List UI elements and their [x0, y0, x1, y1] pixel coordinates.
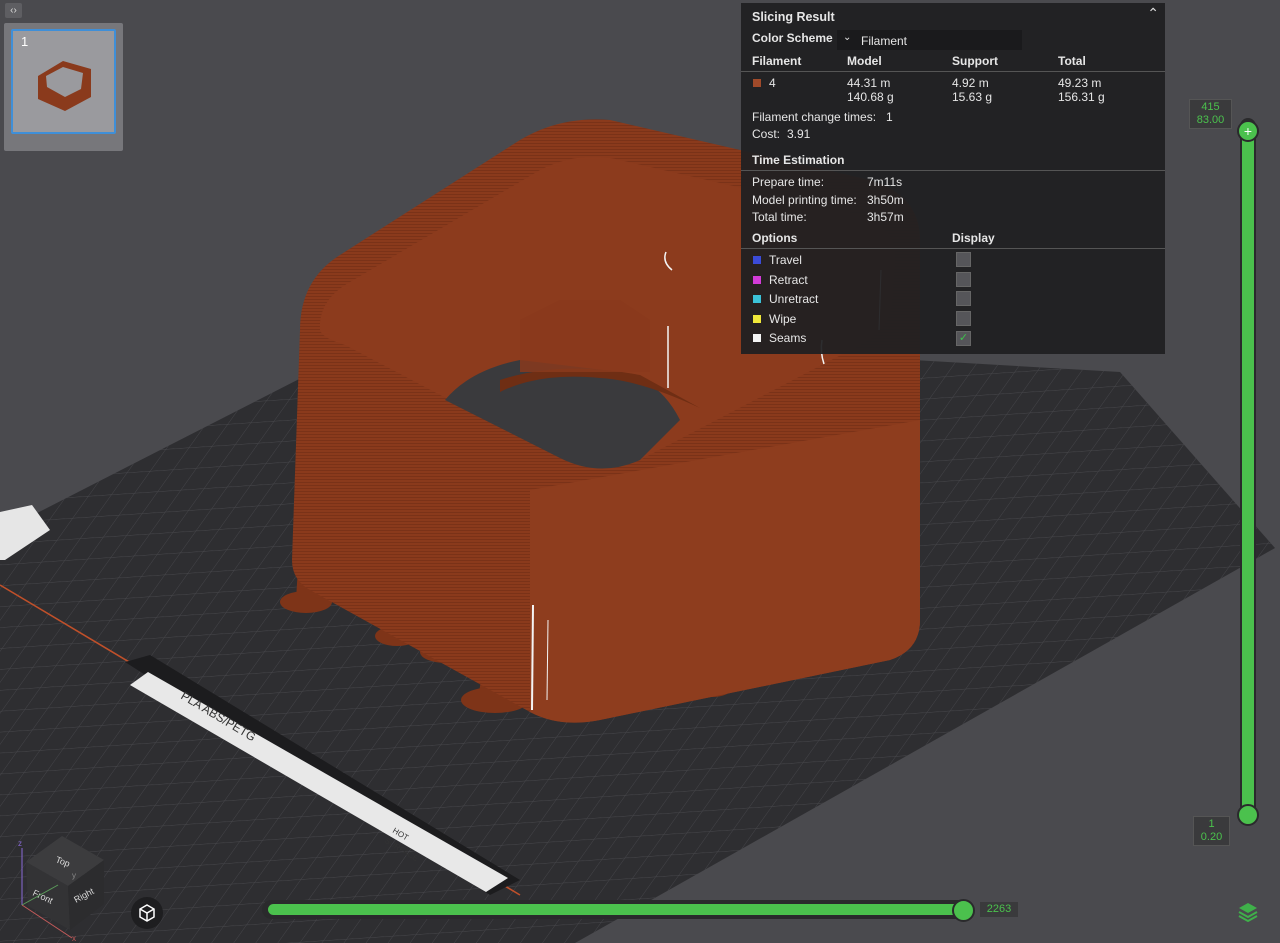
layer-top-height: 83.00	[1196, 114, 1225, 126]
filament-id: 4	[769, 76, 776, 90]
option-seams-checkbox[interactable]: ✓	[956, 331, 971, 346]
time-estimation-title: Time Estimation	[752, 153, 845, 167]
prepare-time-value: 7m11s	[867, 175, 903, 189]
divider	[741, 170, 1165, 171]
col-filament-header: Filament	[752, 54, 802, 68]
chevron-down-icon: ⌄	[843, 32, 852, 43]
layer-top-readout: 415 83.00	[1189, 99, 1232, 129]
sidebar-collapse-button[interactable]: ‹›	[5, 3, 22, 18]
layer-bottom-number: 1	[1208, 818, 1215, 830]
color-scheme-value: Filament	[861, 34, 908, 48]
col-support-header: Support	[952, 54, 998, 68]
filament-change-label: Filament change times:	[752, 110, 877, 124]
options-title: Options	[752, 231, 798, 245]
slicing-result-title: Slicing Result	[752, 10, 835, 24]
model-printing-time-label: Model printing time:	[752, 193, 857, 207]
cube-icon	[139, 904, 155, 922]
move-slider-value: 2263	[980, 902, 1018, 917]
move-slider-range	[268, 904, 968, 915]
model-weight: 140.68 g	[847, 90, 894, 104]
layer-bottom-handle[interactable]	[1237, 804, 1259, 826]
support-weight: 15.63 g	[952, 90, 993, 104]
divider	[741, 71, 1165, 72]
unretract-color-swatch	[753, 295, 761, 303]
plate-list-panel: 1	[4, 23, 123, 151]
total-time-value: 3h57m	[867, 210, 904, 224]
plate-thumbnail-model	[38, 61, 91, 111]
layer-bottom-height: 0.20	[1200, 831, 1223, 843]
option-travel-label: Travel	[769, 253, 802, 267]
seams-color-swatch	[753, 334, 761, 342]
layer-top-number: 415	[1201, 101, 1220, 113]
total-time-label: Total time:	[752, 210, 807, 224]
move-slider-handle[interactable]	[952, 899, 975, 922]
axis-x-label: x	[72, 934, 76, 943]
travel-color-swatch	[753, 256, 761, 264]
col-total-header: Total	[1058, 54, 1086, 68]
axis-y-label: y	[72, 871, 76, 880]
display-title: Display	[952, 231, 995, 245]
cost-value: 3.91	[787, 127, 811, 141]
divider	[741, 248, 1165, 249]
filament-change-value: 1	[886, 110, 893, 124]
collapse-panel-icon[interactable]: ⌃	[1147, 5, 1159, 22]
option-travel-checkbox[interactable]	[956, 252, 971, 267]
option-unretract-checkbox[interactable]	[956, 291, 971, 306]
layer-bottom-readout: 1 0.20	[1193, 816, 1230, 846]
prepare-time-label: Prepare time:	[752, 175, 825, 189]
col-model-header: Model	[847, 54, 882, 68]
retract-color-swatch	[753, 276, 761, 284]
layer-top-handle[interactable]: +	[1237, 120, 1259, 142]
total-length: 49.23 m	[1058, 76, 1102, 90]
layer-slider-range	[1242, 128, 1254, 814]
layers-icon[interactable]	[1236, 900, 1260, 923]
model-length: 44.31 m	[847, 76, 891, 90]
camera-view-button[interactable]	[131, 897, 163, 929]
slicing-result-panel: Slicing Result ⌃ Color Scheme ⌄ Filament…	[741, 3, 1165, 354]
wipe-color-swatch	[753, 315, 761, 323]
color-scheme-dropdown[interactable]: ⌄ Filament	[837, 30, 1022, 50]
cost-label: Cost:	[752, 127, 781, 141]
color-scheme-label: Color Scheme	[752, 31, 833, 45]
option-seams-label: Seams	[769, 331, 807, 345]
option-wipe-label: Wipe	[769, 312, 797, 326]
plate-thumbnail[interactable]: 1	[11, 29, 116, 134]
axis-z-label: z	[18, 839, 22, 848]
support-length: 4.92 m	[952, 76, 989, 90]
option-retract-label: Retract	[769, 273, 808, 287]
total-weight: 156.31 g	[1058, 90, 1105, 104]
option-unretract-label: Unretract	[769, 292, 819, 306]
option-retract-checkbox[interactable]	[956, 272, 971, 287]
model-printing-time-value: 3h50m	[867, 193, 904, 207]
option-wipe-checkbox[interactable]	[956, 311, 971, 326]
filament-color-swatch	[753, 79, 761, 87]
